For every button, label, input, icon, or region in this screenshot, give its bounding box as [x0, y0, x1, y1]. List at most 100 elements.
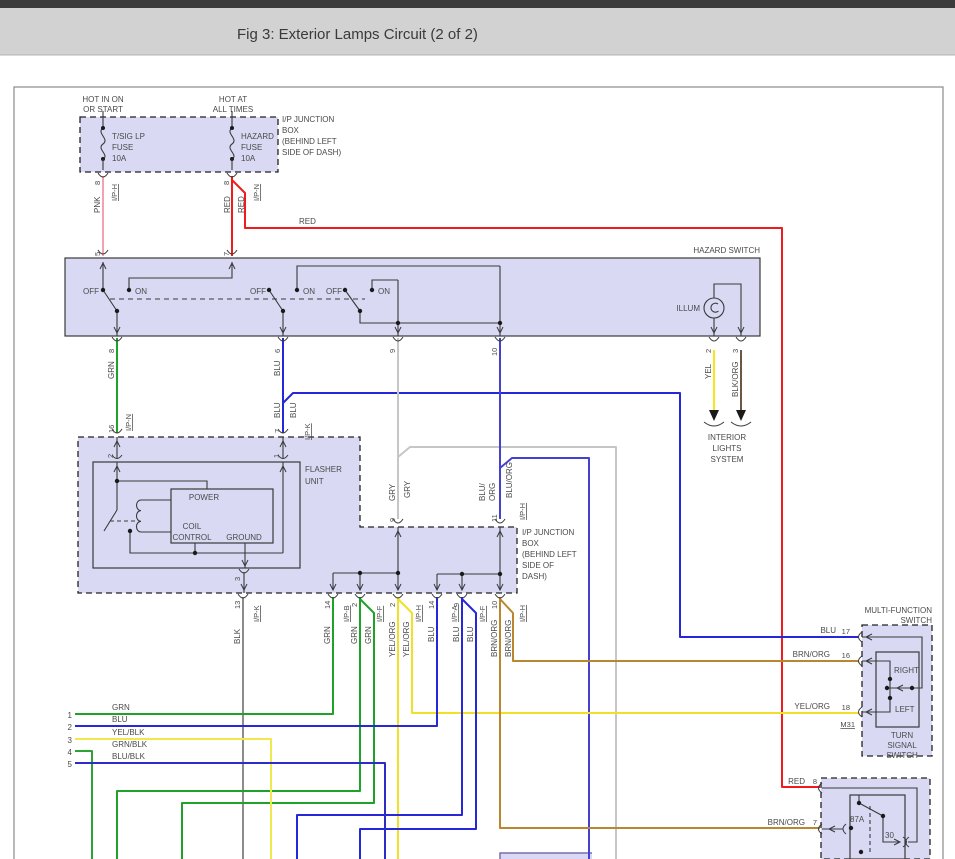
connector-id: I/P-F — [478, 605, 487, 622]
fuse-rating: 10A — [112, 154, 127, 163]
exterior-lamps-diagram: Fig 3: Exterior Lamps Circuit (2 of 2) H… — [0, 0, 955, 859]
wire-label: BLU — [820, 626, 836, 635]
module-label: POWER — [189, 493, 219, 502]
wire-label: RED — [788, 777, 805, 786]
header-top-strip — [0, 0, 955, 8]
row-number: 5 — [68, 760, 73, 769]
switch-position: ON — [135, 287, 147, 296]
feed-label: OR START — [83, 105, 123, 114]
pin-number: 8 — [813, 777, 817, 786]
pin-number: 17 — [842, 627, 850, 636]
system-label: LIGHTS — [713, 444, 742, 453]
box-name: (BEHIND LEFT — [522, 550, 577, 559]
component-title: MULTI-FUNCTION — [865, 606, 933, 615]
wire-label: GRY — [388, 483, 397, 501]
page-title: Fig 3: Exterior Lamps Circuit (2 of 2) — [237, 26, 478, 43]
illum-label: ILLUM — [676, 304, 700, 313]
pin-number: 2 — [350, 603, 359, 607]
pin-number: 14 — [427, 601, 436, 609]
connector-id: I/P-N — [124, 414, 133, 431]
pin-number: 18 — [842, 703, 850, 712]
wire-label: BLK — [233, 628, 242, 644]
wire-label: BLU/ — [478, 482, 487, 501]
hazard-switch-box — [64, 257, 761, 337]
switch-position: LEFT — [895, 705, 915, 714]
interior-lights-labels: INTERIOR LIGHTS SYSTEM — [708, 433, 746, 464]
pin-number: 8 — [107, 349, 116, 353]
pin-number: 8 — [93, 181, 102, 185]
connector-id: I/P-H — [518, 605, 527, 622]
connector-id: I/P-H — [414, 605, 423, 622]
switch-position: OFF — [250, 287, 266, 296]
wire-label: ORG — [488, 483, 497, 501]
pin-number: 9 — [452, 603, 461, 607]
wire-label: GRN — [107, 361, 116, 379]
component-subtitle: SWITCH — [886, 751, 918, 760]
pin-number: 16 — [842, 651, 850, 660]
pin-number: 9 — [388, 518, 397, 522]
box-name: I/P JUNCTION — [522, 528, 575, 537]
wire-label: PNK — [93, 196, 102, 213]
connector-id: I/P-F — [375, 605, 384, 622]
pin-number: 7 — [222, 252, 231, 256]
module-label: COIL — [183, 522, 202, 531]
connector-id: I/P-K — [303, 423, 312, 440]
wire-label: BLU/ORG — [505, 462, 514, 498]
wire-label: BLU/BLK — [112, 752, 146, 761]
wire-label: GRN — [112, 703, 130, 712]
fuse-rating: 10A — [241, 154, 256, 163]
pin-number: 10 — [490, 348, 499, 356]
pin-number: 9 — [388, 349, 397, 353]
wire-label: GRN — [350, 626, 359, 644]
box-name: (BEHIND LEFT — [282, 137, 337, 146]
component-subtitle: TURN — [891, 731, 913, 740]
wire-label: YEL/ORG — [794, 702, 830, 711]
wire-label: BRN/ORG — [768, 818, 805, 827]
component-subtitle: SIGNAL — [887, 741, 917, 750]
switch-position: OFF — [83, 287, 99, 296]
wire-label: BLU — [427, 626, 436, 642]
box-name: DASH) — [522, 572, 547, 581]
box-name: BOX — [522, 539, 540, 548]
relay-terminal: 30 — [885, 831, 894, 840]
connector-id: I/P-H — [518, 503, 527, 520]
wire-label: GRN/BLK — [112, 740, 148, 749]
pin-number: 2 — [704, 349, 713, 353]
pin-number: 13 — [233, 601, 242, 609]
connector-id: I/P-N — [252, 184, 261, 201]
wire-label: BRN/ORG — [793, 650, 830, 659]
wire-label: BRN/ORG — [490, 620, 499, 657]
pin-number: 2 — [106, 454, 115, 458]
wire-label: BLU — [112, 715, 128, 724]
system-label: INTERIOR — [708, 433, 746, 442]
wire-label: RED — [299, 217, 316, 226]
pin-number: 6 — [273, 349, 282, 353]
wire-label: GRN — [323, 626, 332, 644]
row-number: 2 — [68, 723, 73, 732]
wire-label: RED — [223, 196, 232, 213]
pin-number: 3 — [233, 577, 242, 581]
component-title: FLASHER — [305, 465, 342, 474]
header: Fig 3: Exterior Lamps Circuit (2 of 2) — [0, 0, 955, 56]
row-number: 3 — [68, 736, 73, 745]
wire-label: BLK/ORG — [731, 361, 740, 397]
wire-label: BLU — [466, 626, 475, 642]
row-number: 4 — [68, 748, 73, 757]
box-name: SIDE OF — [522, 561, 554, 570]
wire-label: BLU — [452, 626, 461, 642]
pin-number: 11 — [490, 514, 499, 522]
switch-position: OFF — [326, 287, 342, 296]
feed-label: HOT AT — [219, 95, 247, 104]
switch-position: ON — [303, 287, 315, 296]
wire-label: GRY — [403, 480, 412, 498]
wire-label: YEL/ORG — [388, 621, 397, 657]
pin-number: 7 — [813, 818, 817, 827]
wire-label: YEL — [704, 363, 713, 379]
connector-id: I/P-H — [110, 184, 119, 201]
connector-id: M31 — [840, 720, 855, 729]
pin-number: 7 — [273, 429, 282, 433]
feed-label: HOT IN ON — [82, 95, 123, 104]
module-label: CONTROL — [172, 533, 212, 542]
box-name: BOX — [282, 126, 300, 135]
wire-label: YEL/ORG — [402, 621, 411, 657]
